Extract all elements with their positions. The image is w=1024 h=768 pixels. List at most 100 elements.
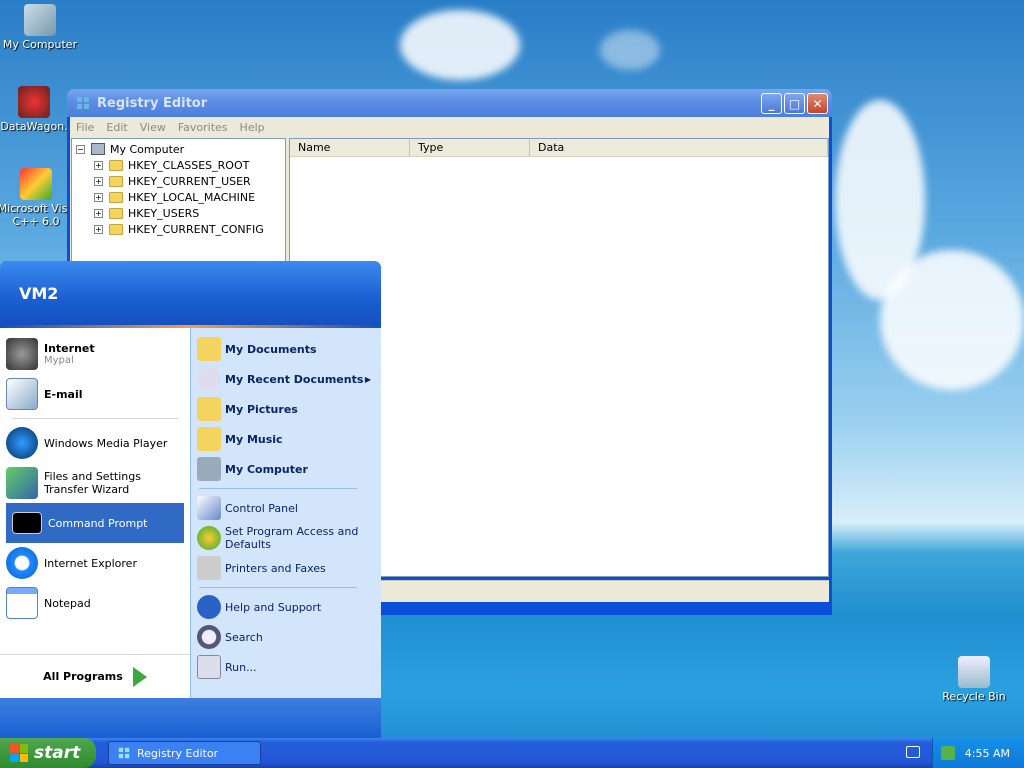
place-label: My Documents	[225, 342, 317, 356]
tree-item[interactable]: + HKEY_LOCAL_MACHINE	[76, 189, 281, 205]
start-item-email[interactable]: E-mail	[0, 374, 190, 414]
music-folder-icon	[197, 427, 221, 451]
internet-explorer-icon	[6, 547, 38, 579]
column-header-type[interactable]: Type	[410, 139, 530, 156]
place-my-documents[interactable]: My Documents	[191, 334, 381, 364]
datawagon-icon	[18, 86, 50, 118]
start-button[interactable]: start	[0, 738, 96, 768]
email-icon	[6, 378, 38, 410]
menu-favorites[interactable]: Favorites	[178, 121, 228, 134]
place-label: Run...	[225, 660, 257, 674]
tree-item[interactable]: + HKEY_CURRENT_CONFIG	[76, 221, 281, 237]
place-label: My Recent Documents	[225, 372, 364, 386]
start-item-sublabel: Mypal	[44, 355, 74, 366]
keyboard-icon[interactable]	[906, 746, 920, 758]
desktop-icon-recycle-bin[interactable]: Recycle Bin	[934, 656, 1014, 703]
place-label: Search	[225, 630, 263, 644]
expand-icon[interactable]: +	[94, 176, 103, 186]
menu-file[interactable]: File	[76, 121, 94, 134]
transfer-wizard-icon	[6, 467, 38, 499]
help-icon	[197, 595, 221, 619]
network-icon[interactable]	[940, 746, 955, 760]
window-titlebar[interactable]: Registry Editor _ □ ✕	[67, 89, 832, 117]
menu-edit[interactable]: Edit	[106, 121, 127, 134]
start-item-label: E-mail	[44, 387, 83, 401]
folder-icon	[109, 175, 123, 187]
expand-icon[interactable]: +	[94, 160, 103, 170]
start-menu-places: My Documents My Recent Documents ▶ My Pic…	[190, 328, 381, 698]
minimize-button[interactable]: _	[761, 93, 782, 114]
separator	[199, 587, 357, 588]
expand-icon[interactable]: +	[94, 224, 103, 234]
desktop-icon-msvc[interactable]: Microsoft Visu C++ 6.0	[0, 168, 76, 228]
column-header-name[interactable]: Name	[290, 139, 410, 156]
recycle-bin-icon	[958, 656, 990, 688]
separator	[12, 418, 178, 419]
place-printers-faxes[interactable]: Printers and Faxes	[191, 553, 381, 583]
start-item-transfer-wizard[interactable]: Files and Settings Transfer Wizard	[0, 463, 190, 503]
start-item-internet-explorer[interactable]: Internet Explorer	[0, 543, 190, 583]
menu-help[interactable]: Help	[240, 121, 265, 134]
place-run[interactable]: Run...	[191, 652, 381, 682]
arrow-right-icon	[132, 666, 147, 687]
place-program-access[interactable]: Set Program Access and Defaults	[191, 523, 381, 553]
place-my-pictures[interactable]: My Pictures	[191, 394, 381, 424]
place-my-recent-documents[interactable]: My Recent Documents ▶	[191, 364, 381, 394]
menu-view[interactable]: View	[140, 121, 166, 134]
folder-icon	[109, 191, 123, 203]
place-my-computer[interactable]: My Computer	[191, 454, 381, 484]
all-programs-button[interactable]: All Programs	[0, 654, 190, 698]
desktop-icon-label: My Computer	[2, 38, 78, 51]
maximize-button[interactable]: □	[784, 93, 805, 114]
desktop-icon-label: Recycle Bin	[942, 690, 1006, 703]
start-item-internet[interactable]: Internet Mypal	[0, 334, 190, 374]
search-icon	[197, 625, 221, 649]
place-label: Control Panel	[225, 501, 298, 515]
start-item-notepad[interactable]: Notepad	[0, 583, 190, 623]
place-label: My Music	[225, 432, 283, 446]
folder-icon	[109, 159, 123, 171]
start-item-label: Internet	[44, 342, 95, 355]
tree-item-label: HKEY_USERS	[128, 206, 200, 220]
start-menu-footer	[0, 698, 381, 739]
start-item-media-player[interactable]: Windows Media Player	[0, 423, 190, 463]
start-item-command-prompt[interactable]: Command Prompt	[6, 503, 184, 543]
visual-cpp-icon	[20, 168, 52, 200]
tree-root[interactable]: − My Computer	[76, 141, 281, 157]
start-menu-programs: Internet Mypal E-mail Windows Media Playe…	[0, 328, 190, 698]
registry-editor-icon	[118, 747, 130, 759]
desktop-icon-label: DataWagon.	[0, 120, 68, 133]
start-menu: VM2 Internet Mypal E-mail Windows Media P…	[0, 261, 381, 739]
place-label: Printers and Faxes	[225, 561, 326, 575]
folder-icon	[109, 223, 123, 235]
desktop-icon-my-computer[interactable]: My Computer	[0, 4, 80, 51]
media-player-icon	[6, 427, 38, 459]
taskbar-button-registry-editor[interactable]: Registry Editor	[108, 741, 261, 765]
collapse-icon[interactable]: −	[76, 144, 85, 154]
close-button[interactable]: ✕	[807, 93, 828, 114]
place-label: Set Program Access and Defaults	[225, 525, 359, 551]
start-item-label: Command Prompt	[48, 516, 148, 530]
tree-item[interactable]: + HKEY_USERS	[76, 205, 281, 221]
raccoon-browser-icon	[6, 338, 38, 370]
column-header-data[interactable]: Data	[530, 139, 828, 156]
tree-item[interactable]: + HKEY_CURRENT_USER	[76, 173, 281, 189]
place-search[interactable]: Search	[191, 622, 381, 652]
tree-root-label: My Computer	[110, 142, 185, 156]
place-my-music[interactable]: My Music	[191, 424, 381, 454]
run-icon	[197, 655, 221, 679]
clock[interactable]: 4:55 AM	[965, 747, 1010, 760]
taskbar-button-label: Registry Editor	[137, 746, 219, 760]
computer-icon	[197, 457, 221, 481]
list-header: Name Type Data	[290, 139, 828, 157]
start-item-label: Notepad	[44, 596, 91, 610]
pictures-folder-icon	[197, 397, 221, 421]
place-control-panel[interactable]: Control Panel	[191, 493, 381, 523]
tree-item[interactable]: + HKEY_CLASSES_ROOT	[76, 157, 281, 173]
start-label: start	[34, 743, 81, 763]
documents-folder-icon	[197, 337, 221, 361]
desktop-icon-datawagon[interactable]: DataWagon.	[0, 86, 74, 133]
place-help-support[interactable]: Help and Support	[191, 592, 381, 622]
expand-icon[interactable]: +	[94, 208, 103, 218]
expand-icon[interactable]: +	[94, 192, 103, 202]
